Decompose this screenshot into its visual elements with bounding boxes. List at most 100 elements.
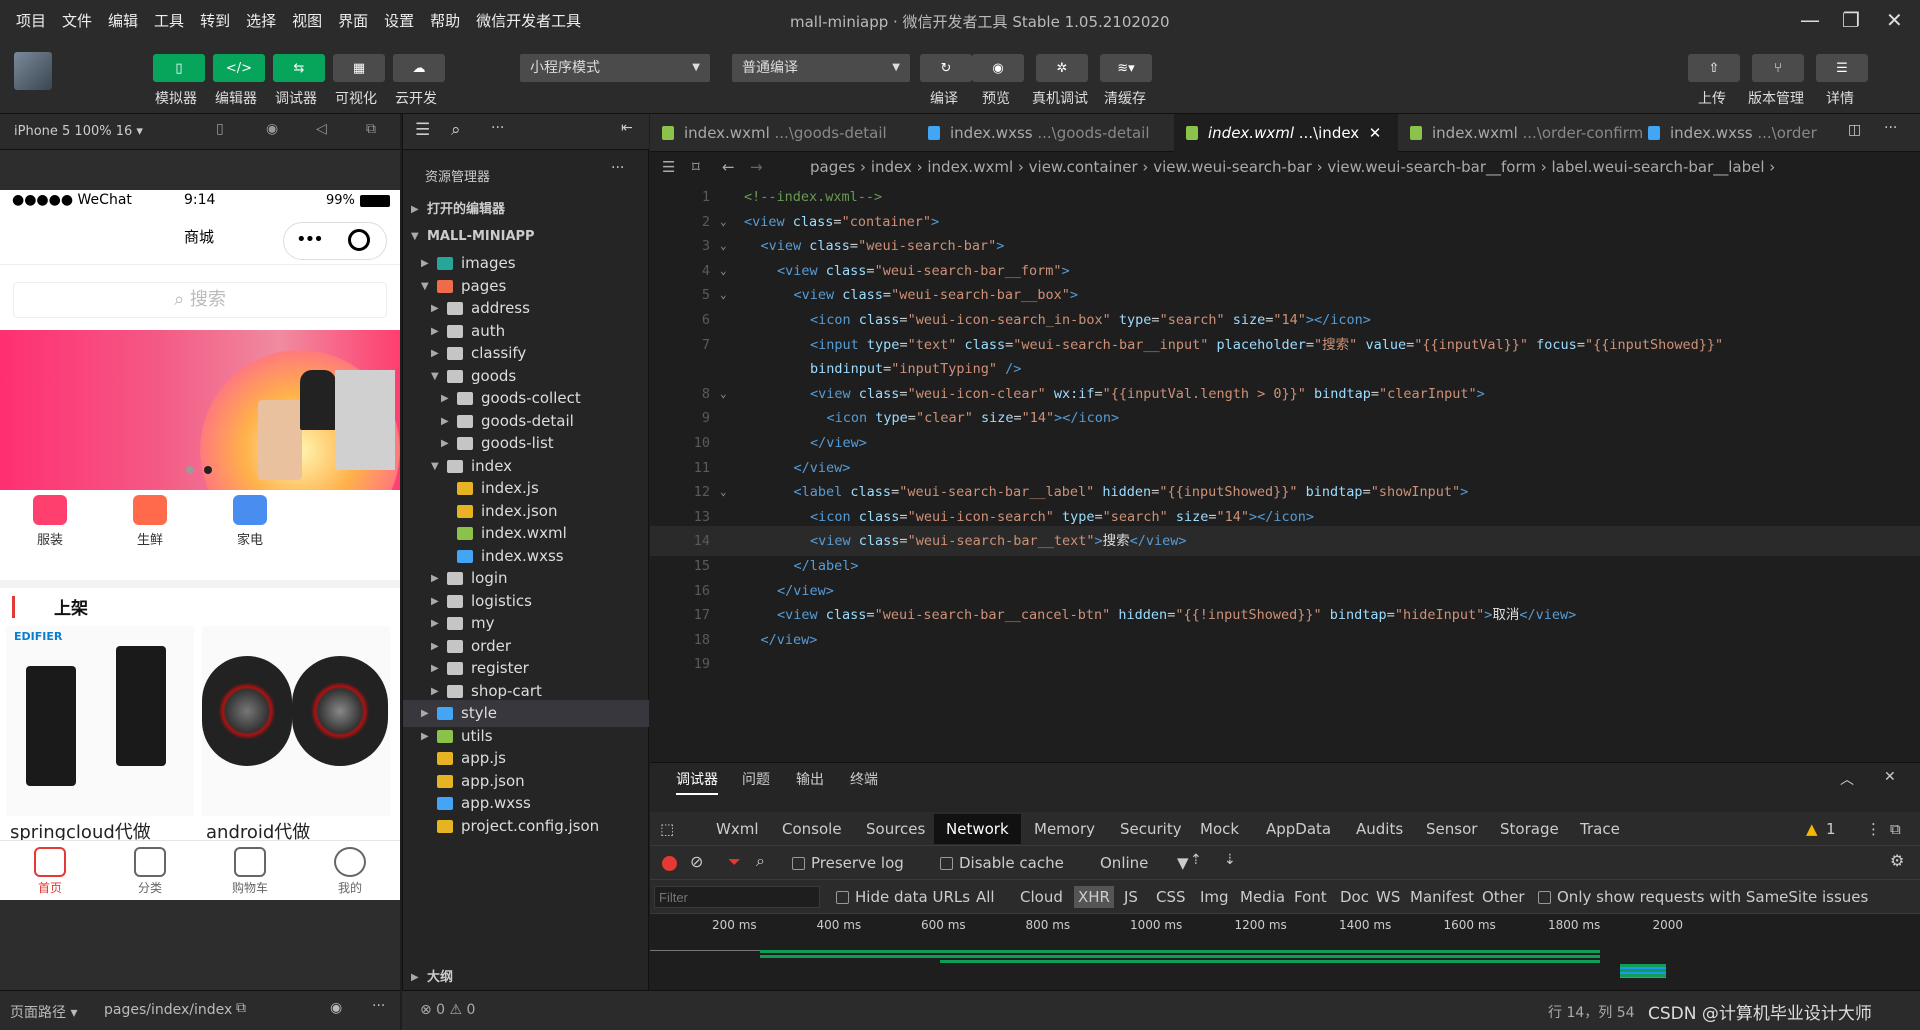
type-cloud[interactable]: Cloud — [1020, 888, 1063, 906]
inspect-icon[interactable]: ⬚ — [660, 820, 674, 838]
menu-view[interactable]: 视图 — [292, 10, 322, 31]
samesite-checkbox[interactable]: Only show requests with SameSite issues — [1538, 888, 1868, 906]
tab-audits[interactable]: Audits — [1356, 820, 1403, 838]
split-editor-icon[interactable]: ◫ — [1848, 122, 1861, 138]
search-bar[interactable]: ⌕ 搜索 — [13, 282, 387, 318]
undock-icon[interactable]: ⧉ — [1890, 820, 1901, 838]
chevron-up-icon[interactable]: ︿ — [1840, 769, 1854, 789]
more-icon[interactable]: ··· — [372, 998, 385, 1014]
stop-icon[interactable]: ◉ — [266, 121, 278, 137]
network-timeline[interactable]: 200 ms 400 ms 600 ms 800 ms 1000 ms 1200 ms 14… — [650, 914, 1920, 990]
details-button[interactable]: ☰ — [1816, 54, 1868, 82]
tab-problems[interactable]: 问题 — [742, 769, 770, 789]
open-editors-section[interactable]: ▶ 打开的编辑器 — [403, 196, 649, 223]
clear-icon[interactable]: ⊘ — [690, 852, 703, 871]
tab-home[interactable]: 首页 — [20, 847, 80, 896]
maximize-icon[interactable]: ❐ — [1842, 8, 1860, 32]
menu-edit[interactable]: 编辑 — [108, 10, 138, 31]
tab-wxml[interactable]: Wxml — [716, 820, 759, 838]
product-card[interactable]: EDIFIER — [6, 626, 194, 816]
code-line[interactable]: 19 — [650, 649, 1920, 679]
more-dots-icon[interactable]: ••• — [296, 229, 324, 250]
type-xhr[interactable]: XHR — [1074, 886, 1114, 908]
breadcrumb-path[interactable]: pages › index › index.wxml › view.contai… — [810, 152, 1775, 182]
type-img[interactable]: Img — [1200, 888, 1229, 906]
menu-interface[interactable]: 界面 — [338, 10, 368, 31]
throttle-select[interactable]: Online ▼ — [1100, 854, 1189, 872]
avatar[interactable] — [14, 52, 52, 90]
popout-icon[interactable]: ⧉ — [366, 121, 376, 137]
tab-sources[interactable]: Sources — [866, 820, 925, 838]
tab-debugger[interactable]: 调试器 — [676, 769, 718, 795]
tab-sensor[interactable]: Sensor — [1426, 820, 1477, 838]
filter-input[interactable] — [654, 886, 820, 908]
tab-goods-detail-wxml[interactable]: index.wxml ...\goods-detail — [650, 114, 916, 152]
more-icon[interactable]: ··· — [491, 120, 504, 136]
kebab-icon[interactable]: ⋮ — [1866, 820, 1881, 838]
disable-cache-checkbox[interactable]: Disable cache — [940, 854, 1064, 872]
category-appliance[interactable]: 家电 — [220, 495, 280, 548]
carousel-dot[interactable] — [186, 466, 194, 474]
menu-goto[interactable]: 转到 — [200, 10, 230, 31]
project-root[interactable]: ▼ MALL-MINIAPP — [403, 223, 649, 250]
tab-category[interactable]: 分类 — [120, 847, 180, 896]
tab-trace[interactable]: Trace — [1580, 820, 1620, 838]
menu-select[interactable]: 选择 — [246, 10, 276, 31]
gear-icon[interactable]: ⚙ — [1890, 851, 1904, 870]
clear-cache-button[interactable]: ≋▾ — [1100, 54, 1152, 82]
close-tab-icon[interactable]: ✕ — [1369, 124, 1382, 142]
cloud-button[interactable]: ☁ — [393, 54, 445, 82]
bookmark-icon[interactable]: ⌑ — [692, 152, 700, 182]
cursor-position[interactable]: 行 14，列 54 — [1548, 1002, 1635, 1022]
back-arrow-icon[interactable]: ← — [722, 152, 735, 182]
tab-order-wxss[interactable]: index.wxss ...\order — [1636, 114, 1820, 152]
editor-button[interactable]: </> — [213, 54, 265, 82]
checkbox[interactable] — [940, 857, 953, 870]
banner-carousel[interactable] — [0, 330, 400, 490]
checkbox[interactable] — [836, 891, 849, 904]
error-warning-count[interactable]: ⊗ 0 ⚠ 0 — [420, 1002, 475, 1018]
phone-icon[interactable]: ▯ — [216, 121, 224, 137]
tab-storage[interactable]: Storage — [1500, 820, 1559, 838]
outline-section[interactable]: ▶ 大纲 — [403, 964, 649, 991]
preview-button[interactable]: ◉ — [972, 54, 1024, 82]
tree-item[interactable]: project.config.json — [403, 813, 649, 840]
more-icon[interactable]: ··· — [611, 160, 624, 176]
menu-devtools[interactable]: 微信开发者工具 — [476, 10, 581, 31]
capsule-button[interactable]: ••• — [283, 222, 387, 260]
carousel-dot-active[interactable] — [204, 466, 212, 474]
preserve-log-checkbox[interactable]: Preserve log — [792, 854, 904, 872]
list-icon[interactable]: ☰ — [415, 120, 430, 140]
menu-settings[interactable]: 设置 — [384, 10, 414, 31]
warning-icon[interactable]: ▲ — [1806, 820, 1818, 838]
visual-button[interactable]: ▦ — [333, 54, 385, 82]
type-ws[interactable]: WS — [1376, 888, 1400, 906]
tab-order-confirm-wxml[interactable]: index.wxml ...\order-confirm — [1398, 114, 1643, 152]
tab-output[interactable]: 输出 — [796, 769, 824, 789]
category-clothes[interactable]: 服装 — [20, 495, 80, 548]
tab-network[interactable]: Network — [934, 814, 1021, 844]
more-icon[interactable]: ··· — [1884, 120, 1897, 136]
menu-project[interactable]: 项目 — [16, 10, 46, 31]
type-manifest[interactable]: Manifest — [1410, 888, 1474, 906]
tab-goods-detail-wxss[interactable]: index.wxss ...\goods-detail — [916, 114, 1174, 152]
close-icon[interactable]: ✕ — [1886, 8, 1903, 32]
type-doc[interactable]: Doc — [1340, 888, 1369, 906]
type-media[interactable]: Media — [1240, 888, 1285, 906]
tab-me[interactable]: 我的 — [320, 847, 380, 896]
tab-index-wxml[interactable]: index.wxml ...\index ✕ — [1174, 114, 1398, 152]
type-all[interactable]: All — [976, 888, 995, 906]
tab-security[interactable]: Security — [1120, 820, 1182, 838]
tab-mock[interactable]: Mock — [1200, 820, 1239, 838]
checkbox[interactable] — [1538, 891, 1551, 904]
type-other[interactable]: Other — [1482, 888, 1525, 906]
page-path-dropdown[interactable]: 页面路径 ▾ — [10, 1002, 77, 1022]
product-card[interactable] — [202, 626, 390, 816]
forward-arrow-icon[interactable]: → — [750, 152, 763, 182]
eye-icon[interactable]: ◉ — [330, 1000, 342, 1016]
tab-memory[interactable]: Memory — [1034, 820, 1095, 838]
filter-icon[interactable]: ⏷ — [728, 852, 741, 872]
type-font[interactable]: Font — [1294, 888, 1327, 906]
list-icon[interactable]: ☰ — [662, 152, 675, 182]
mode-dropdown[interactable]: 小程序模式 ▼ — [520, 54, 710, 82]
